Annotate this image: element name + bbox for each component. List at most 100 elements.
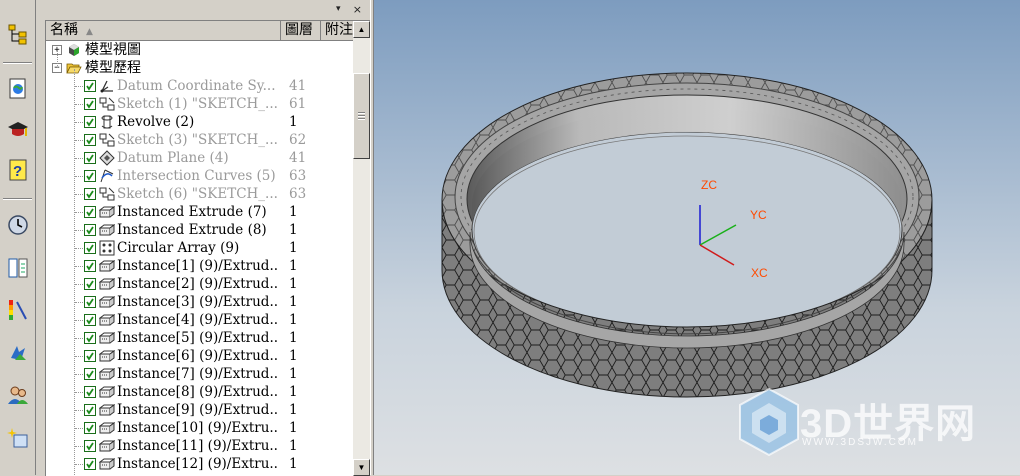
web-browser-icon[interactable]: [6, 77, 30, 101]
svg-text:?: ?: [13, 163, 22, 180]
feature-row[interactable]: Datum Plane (4) 41: [46, 149, 353, 167]
feature-name: Instance[3] (9)/Extrud...: [117, 294, 279, 310]
axis-label-zc: ZC: [701, 178, 717, 192]
visibility-checkbox[interactable]: [84, 242, 96, 254]
feature-row[interactable]: Instance[1] (9)/Extrud... 1: [46, 257, 353, 275]
feature-row[interactable]: Sketch (3) "SKETCH_... 62: [46, 131, 353, 149]
visibility-checkbox[interactable]: [84, 80, 96, 92]
watermark-url: WWW.3DSJW.COM: [802, 437, 918, 448]
feature-layer: 1: [289, 204, 298, 220]
watermark-logo-icon: [739, 387, 799, 457]
roles-icon[interactable]: [6, 118, 30, 142]
feature-row[interactable]: Instance[12] (9)/Extru... 1: [46, 455, 353, 473]
history-icon[interactable]: [6, 213, 30, 237]
tree-node-label: 模型歷程: [85, 60, 141, 76]
feature-row[interactable]: Instance[4] (9)/Extrud... 1: [46, 311, 353, 329]
palette-icon[interactable]: [6, 298, 30, 322]
column-layer-header[interactable]: 圖層: [281, 21, 321, 40]
visibility-checkbox[interactable]: [84, 134, 96, 146]
feature-name: Instance[8] (9)/Extrud...: [117, 384, 279, 400]
feature-name: Revolve (2): [117, 114, 195, 130]
visibility-checkbox[interactable]: [84, 170, 96, 182]
sketch-icon: [99, 187, 115, 201]
datum-plane-icon: [99, 150, 115, 166]
new-item-icon[interactable]: [6, 426, 30, 450]
feature-row[interactable]: Intersection Curves (5) 63: [46, 167, 353, 185]
tree-node-model-history[interactable]: − 模型歷程: [46, 59, 353, 77]
feature-name: Instance[6] (9)/Extrud...: [117, 348, 279, 364]
visibility-checkbox[interactable]: [84, 98, 96, 110]
feature-layer: 63: [289, 168, 307, 184]
feature-layer: 1: [289, 222, 298, 238]
feature-row[interactable]: Instance[8] (9)/Extrud... 1: [46, 383, 353, 401]
visibility-checkbox[interactable]: [84, 206, 96, 218]
feature-name: Instance[10] (9)/Extru...: [117, 420, 279, 436]
visibility-checkbox[interactable]: [84, 404, 96, 416]
feature-row[interactable]: Sketch (6) "SKETCH_... 63: [46, 185, 353, 203]
feature-name: Instanced Extrude (7): [117, 204, 267, 220]
feature-layer: 41: [289, 150, 307, 166]
feature-row[interactable]: Instance[2] (9)/Extrud... 1: [46, 275, 353, 293]
feature-layer: 41: [289, 78, 307, 94]
feature-row[interactable]: Instance[3] (9)/Extrud... 1: [46, 293, 353, 311]
feature-row[interactable]: Instanced Extrude (8) 1: [46, 221, 353, 239]
assembly-navigator-icon[interactable]: [6, 341, 30, 365]
extrude-icon: [99, 368, 115, 380]
pin-icon[interactable]: ▾: [336, 5, 346, 14]
column-note-header[interactable]: 附注: [321, 21, 353, 40]
visibility-checkbox[interactable]: [84, 422, 96, 434]
user-icon[interactable]: [6, 383, 30, 407]
feature-row[interactable]: Datum Coordinate Sy... 41: [46, 77, 353, 95]
feature-row[interactable]: Sketch (1) "SKETCH_... 61: [46, 95, 353, 113]
vertical-scrollbar[interactable]: ▲ ▼: [353, 21, 370, 476]
feature-layer: 1: [289, 312, 298, 328]
close-icon[interactable]: ×: [353, 3, 362, 16]
visibility-checkbox[interactable]: [84, 152, 96, 164]
feature-row[interactable]: Instance[6] (9)/Extrud... 1: [46, 347, 353, 365]
scroll-thumb[interactable]: [353, 73, 370, 159]
scroll-down-button[interactable]: ▼: [353, 459, 370, 476]
visibility-checkbox[interactable]: [84, 368, 96, 380]
extrude-icon: [99, 422, 115, 434]
scroll-up-button[interactable]: ▲: [353, 21, 370, 38]
visibility-checkbox[interactable]: [84, 458, 96, 470]
feature-name: Instance[11] (9)/Extru...: [117, 438, 279, 454]
graphics-viewport[interactable]: ZC YC XC 3D世界网 WWW.3DSJW.COM: [374, 0, 1020, 475]
navigator-tree: 名稱 ▲ 圖層 附注 + 模型視圖 − 模型歷程 Datum Coordinate…: [45, 20, 370, 476]
visibility-checkbox[interactable]: [84, 440, 96, 452]
reuse-library-icon[interactable]: [6, 256, 30, 280]
feature-layer: 63: [289, 186, 307, 202]
column-name-header[interactable]: 名稱 ▲: [46, 21, 281, 40]
tree-node-model-views[interactable]: + 模型視圖: [46, 41, 353, 59]
visibility-checkbox[interactable]: [84, 260, 96, 272]
resource-bar: ?: [0, 0, 36, 475]
feature-row[interactable]: Instance[10] (9)/Extru... 1: [46, 419, 353, 437]
feature-row[interactable]: Circular Array (9) 1: [46, 239, 353, 257]
feature-row[interactable]: Instance[7] (9)/Extrud... 1: [46, 365, 353, 383]
visibility-checkbox[interactable]: [84, 386, 96, 398]
help-icon[interactable]: ?: [6, 158, 30, 182]
visibility-checkbox[interactable]: [84, 332, 96, 344]
visibility-checkbox[interactable]: [84, 188, 96, 200]
extrude-icon: [99, 458, 115, 470]
feature-row[interactable]: Instance[9] (9)/Extrud... 1: [46, 401, 353, 419]
feature-row[interactable]: Instance[11] (9)/Extru... 1: [46, 437, 353, 455]
feature-row[interactable]: Revolve (2) 1: [46, 113, 353, 131]
visibility-checkbox[interactable]: [84, 296, 96, 308]
feature-row[interactable]: Instance[5] (9)/Extrud... 1: [46, 329, 353, 347]
feature-name: Sketch (1) "SKETCH_...: [117, 96, 278, 112]
visibility-checkbox[interactable]: [84, 224, 96, 236]
feature-name: Intersection Curves (5): [117, 168, 276, 184]
part-navigator-icon[interactable]: [6, 22, 30, 46]
feature-name: Sketch (6) "SKETCH_...: [117, 186, 278, 202]
visibility-checkbox[interactable]: [84, 314, 96, 326]
visibility-checkbox[interactable]: [84, 350, 96, 362]
extrude-icon: [99, 350, 115, 362]
feature-name: Instance[2] (9)/Extrud...: [117, 276, 279, 292]
sort-arrow-icon: ▲: [86, 27, 93, 37]
feature-layer: 1: [289, 348, 298, 364]
visibility-checkbox[interactable]: [84, 278, 96, 290]
feature-row[interactable]: Instanced Extrude (7) 1: [46, 203, 353, 221]
visibility-checkbox[interactable]: [84, 116, 96, 128]
axis-label-xc: XC: [751, 266, 768, 280]
